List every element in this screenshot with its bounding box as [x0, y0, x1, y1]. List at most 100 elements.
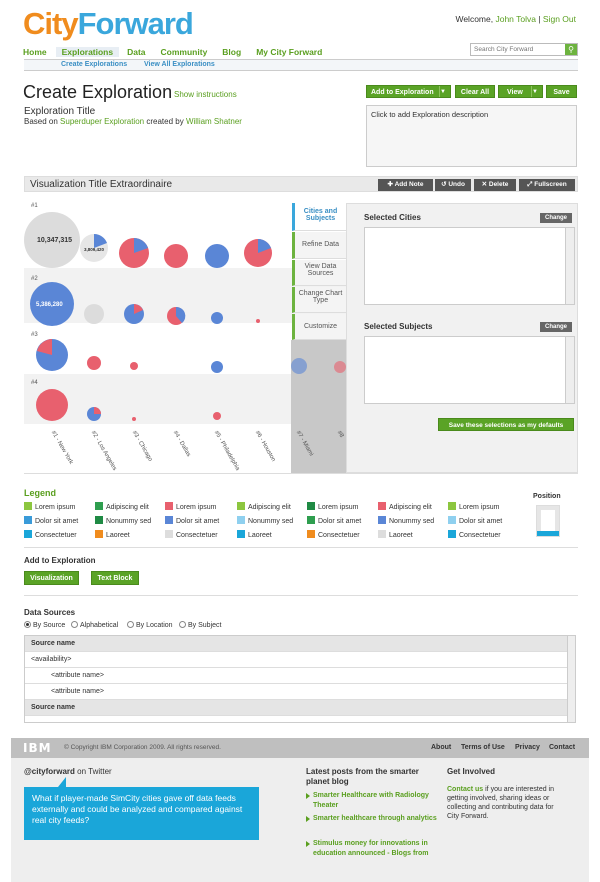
footer-about-link[interactable]: About [431, 744, 451, 751]
twitter-handle[interactable]: @cityforward [24, 767, 75, 776]
legend-item[interactable]: Nonummy sed [95, 516, 151, 525]
chevron-down-icon[interactable]: ▼ [439, 86, 450, 97]
legend-item[interactable]: Laoreet [95, 530, 130, 539]
add-visualization-button[interactable]: Visualization [24, 571, 79, 585]
add-text-block-button[interactable]: Text Block [91, 571, 139, 585]
search-input[interactable] [471, 44, 565, 55]
legend-item[interactable]: Consectetuer [448, 530, 501, 539]
description-field[interactable]: Click to add Exploration description [366, 105, 577, 167]
footer-terms-link[interactable]: Terms of Use [461, 744, 505, 751]
bubble[interactable] [256, 319, 260, 323]
legend-item[interactable]: Consectetuer [307, 530, 360, 539]
delete-button[interactable]: ✕ Delete [474, 179, 516, 191]
legend-item[interactable]: Adipiscing elit [95, 502, 149, 511]
bubble[interactable] [87, 356, 101, 370]
based-on-link[interactable]: Superduper Exploration [60, 117, 144, 126]
blog-post-link[interactable]: Stimulus money for innovations in educat… [313, 839, 438, 859]
selected-subjects-list[interactable] [364, 336, 575, 404]
nav-data[interactable]: Data [127, 47, 152, 57]
legend-item[interactable]: Dolor sit amet [448, 516, 502, 525]
footer-contact-link[interactable]: Contact [549, 744, 575, 751]
table-row[interactable]: <availability> [25, 652, 568, 668]
table-row[interactable]: <attribute name> [25, 668, 568, 684]
save-defaults-button[interactable]: Save these selections as my defaults [438, 418, 574, 431]
change-subjects-button[interactable]: Change [540, 322, 572, 332]
nav-blog[interactable]: Blog [222, 47, 248, 57]
selected-cities-list[interactable] [364, 227, 575, 305]
fullscreen-button[interactable]: ⤢ Fullscreen [519, 179, 575, 191]
legend-item[interactable]: Nonummy sed [378, 516, 434, 525]
scrollbar[interactable] [567, 636, 575, 722]
twitter-suffix: on Twitter [77, 767, 112, 776]
legend-item[interactable]: Dolor sit amet [165, 516, 219, 525]
bubble[interactable] [132, 417, 136, 421]
legend-swatch [378, 502, 386, 510]
add-to-exploration-button[interactable]: Add to Exploration ▼ [366, 85, 451, 98]
legend-item[interactable]: Laoreet [378, 530, 413, 539]
chevron-down-icon[interactable]: ▼ [531, 86, 542, 97]
change-cities-button[interactable]: Change [540, 213, 572, 223]
legend-item[interactable]: Laoreet [237, 530, 272, 539]
legend-item[interactable]: Lorem ipsum [448, 502, 499, 511]
author-link[interactable]: William Shatner [186, 117, 242, 126]
footer-privacy-link[interactable]: Privacy [515, 744, 540, 751]
legend-item[interactable]: Dolor sit amet [24, 516, 78, 525]
tab-customize[interactable]: Customize [292, 314, 346, 340]
exploration-title[interactable]: Exploration Title [24, 106, 95, 117]
ibm-logo[interactable]: IBM [23, 741, 52, 755]
bubble[interactable] [36, 389, 68, 421]
nav-my-city-forward[interactable]: My City Forward [256, 47, 329, 57]
subnav-create[interactable]: Create Explorations [61, 61, 127, 68]
viz-title[interactable]: Visualization Title Extraordinaire [30, 179, 172, 190]
save-button[interactable]: Save [546, 85, 577, 98]
bubble[interactable] [334, 361, 346, 373]
bubble[interactable] [211, 361, 223, 373]
nav-home[interactable]: Home [23, 47, 54, 57]
radio-by-location[interactable]: By Location [127, 621, 173, 629]
view-button[interactable]: View ▼ [498, 85, 543, 98]
scrollbar[interactable] [565, 337, 574, 403]
position-indicator[interactable] [537, 531, 559, 536]
search-icon[interactable]: ⚲ [565, 44, 577, 55]
legend-item[interactable]: Nonummy sed [237, 516, 293, 525]
position-widget[interactable] [536, 505, 560, 537]
user-link[interactable]: John Tolva [495, 14, 535, 24]
blog-post-link[interactable]: Smarter Healthcare with Radiology Theate… [313, 791, 438, 811]
legend-item[interactable]: Adipiscing elit [237, 502, 291, 511]
undo-button[interactable]: ↺ Undo [435, 179, 471, 191]
bubble[interactable] [205, 244, 229, 268]
contact-us-link[interactable]: Contact us [447, 786, 483, 793]
legend-item[interactable]: Lorem ipsum [165, 502, 216, 511]
nav-explorations[interactable]: Explorations [55, 47, 120, 57]
radio-by-subject[interactable]: By Subject [179, 621, 221, 629]
legend-item[interactable]: Lorem ipsum [24, 502, 75, 511]
tab-refine-data[interactable]: Refine Data [292, 232, 346, 259]
bubble[interactable] [211, 312, 223, 324]
subnav-view-all[interactable]: View All Explorations [144, 61, 215, 68]
legend-item[interactable]: Adipiscing elit [378, 502, 432, 511]
tab-view-data-sources[interactable]: View Data Sources [292, 260, 346, 286]
legend-item[interactable]: Consectetuer [24, 530, 77, 539]
bubble[interactable] [84, 304, 104, 324]
legend-item[interactable]: Lorem ipsum [307, 502, 358, 511]
legend-item[interactable]: Dolor sit amet [307, 516, 361, 525]
legend-item[interactable]: Consectetuer [165, 530, 218, 539]
table-row[interactable]: <attribute name> [25, 684, 568, 700]
scrollbar[interactable] [565, 228, 574, 304]
radio-alphabetical[interactable]: Alphabetical [71, 621, 118, 629]
bubble[interactable] [213, 412, 221, 420]
radio-by-source[interactable]: By Source [24, 621, 65, 629]
bubble[interactable] [291, 358, 307, 374]
tab-cities-subjects[interactable]: Cities and Subjects [292, 203, 346, 231]
bubble[interactable] [164, 244, 188, 268]
show-instructions-link[interactable]: Show instructions [174, 90, 237, 99]
clear-all-button[interactable]: Clear All [455, 85, 495, 98]
blog-post-link[interactable]: Smarter healthcare through analytics [313, 814, 438, 824]
tweet-bubble[interactable]: What if player-made SimCity cities gave … [24, 787, 259, 840]
nav-community[interactable]: Community [161, 47, 215, 57]
tab-change-chart-type[interactable]: Change Chart Type [292, 287, 346, 313]
bubble[interactable] [130, 362, 138, 370]
add-note-button[interactable]: ✚ Add Note [378, 179, 433, 191]
signout-link[interactable]: Sign Out [543, 14, 576, 24]
logo[interactable]: CityForward [23, 8, 194, 39]
